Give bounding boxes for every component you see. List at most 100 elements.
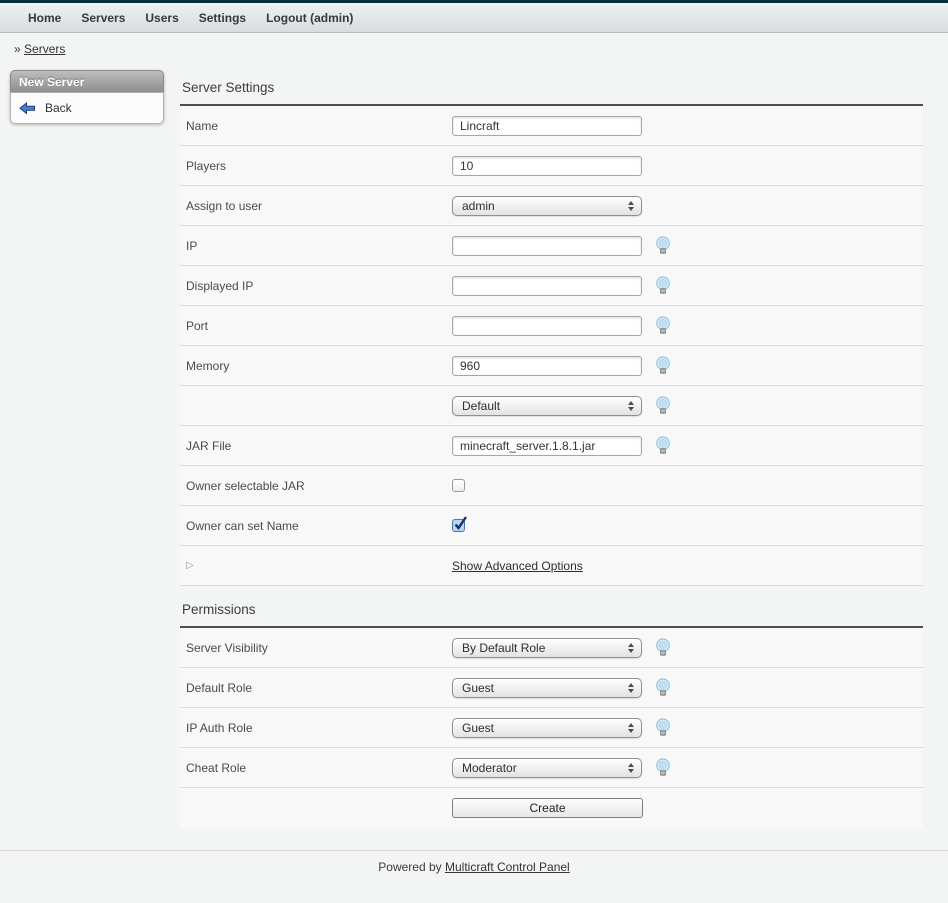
breadcrumb-servers-link[interactable]: Servers <box>24 42 65 56</box>
footer: Powered by Multicraft Control Panel <box>0 850 948 874</box>
select-stepper-icon <box>628 201 634 211</box>
port-input[interactable] <box>452 316 642 336</box>
disclosure-triangle-icon: ▷ <box>180 560 452 571</box>
displayed-ip-control <box>452 276 671 296</box>
owner-selectable-jar-checkbox[interactable] <box>452 479 465 492</box>
stepper-down-arrow <box>628 649 634 653</box>
players-label: Players <box>180 159 452 173</box>
nav-item-settings[interactable]: Settings <box>189 3 256 33</box>
server-visibility-select-value: By Default Role <box>462 641 545 655</box>
create-button[interactable]: Create <box>452 798 643 818</box>
stepper-up-arrow <box>628 683 634 687</box>
server-visibility-select[interactable]: By Default Role <box>452 638 642 658</box>
ip-auth-role-select[interactable]: Guest <box>452 718 642 738</box>
ip-auth-role-control: Guest <box>452 718 671 738</box>
displayed-ip-input[interactable] <box>452 276 642 296</box>
memory-preset-control: Default <box>452 396 671 416</box>
section-title-permissions: Permissions <box>180 586 923 626</box>
hint-bulb-icon[interactable] <box>655 396 671 415</box>
back-button[interactable]: Back <box>11 97 163 119</box>
hint-bulb-icon[interactable] <box>655 276 671 295</box>
players-control <box>452 156 642 176</box>
page-content: New Server Back Server Settings Name Playe… <box>0 62 948 828</box>
hint-bulb-icon[interactable] <box>655 638 671 657</box>
ip-input[interactable] <box>452 236 642 256</box>
breadcrumb-separator: » <box>14 42 21 56</box>
form-row-ip-auth-role: IP Auth RoleGuest <box>180 708 923 748</box>
form-row-port: Port <box>180 306 923 346</box>
memory-input[interactable] <box>452 356 642 376</box>
default-role-control: Guest <box>452 678 671 698</box>
select-stepper-icon <box>628 683 634 693</box>
memory-preset-select-value: Default <box>462 399 500 413</box>
form-row-owner-selectable-jar: Owner selectable JAR <box>180 466 923 506</box>
server-visibility-control: By Default Role <box>452 638 671 658</box>
port-control <box>452 316 671 336</box>
top-navigation: HomeServersUsersSettingsLogout (admin) <box>0 3 948 33</box>
stepper-up-arrow <box>628 401 634 405</box>
sidebar-panel: New Server Back <box>10 70 164 124</box>
nav-item-servers[interactable]: Servers <box>71 3 135 33</box>
stepper-up-arrow <box>628 201 634 205</box>
hint-bulb-icon[interactable] <box>655 678 671 697</box>
cheat-role-select[interactable]: Moderator <box>452 758 642 778</box>
displayed-ip-label: Displayed IP <box>180 279 452 293</box>
section-title-server-settings: Server Settings <box>180 62 923 104</box>
show-advanced-options-link[interactable]: Show Advanced Options <box>452 559 583 573</box>
checkmark-icon <box>454 515 468 530</box>
select-stepper-icon <box>628 723 634 733</box>
select-stepper-icon <box>628 763 634 773</box>
form-row-players: Players <box>180 146 923 186</box>
stepper-down-arrow <box>628 207 634 211</box>
multicraft-link[interactable]: Multicraft Control Panel <box>445 860 570 874</box>
create-control: Create <box>452 798 643 818</box>
memory-control <box>452 356 671 376</box>
back-arrow-icon <box>19 102 36 115</box>
form-row-create: Create <box>180 788 923 828</box>
nav-item-home[interactable]: Home <box>18 3 71 33</box>
form-row-displayed-ip: Displayed IP <box>180 266 923 306</box>
players-input[interactable] <box>452 156 642 176</box>
stepper-down-arrow <box>628 729 634 733</box>
name-label: Name <box>180 119 452 133</box>
jar-file-input[interactable] <box>452 436 642 456</box>
assign-to-user-select[interactable]: admin <box>452 196 642 216</box>
stepper-down-arrow <box>628 689 634 693</box>
jar-file-label: JAR File <box>180 439 452 453</box>
form-row-memory-preset: Default <box>180 386 923 426</box>
assign-to-user-select-value: admin <box>462 199 495 213</box>
ip-label: IP <box>180 239 452 253</box>
stepper-down-arrow <box>628 407 634 411</box>
owner-can-set-name-label: Owner can set Name <box>180 519 452 533</box>
memory-preset-select[interactable]: Default <box>452 396 642 416</box>
nav-item-users[interactable]: Users <box>135 3 188 33</box>
name-control <box>452 116 642 136</box>
hint-bulb-icon[interactable] <box>655 758 671 777</box>
cheat-role-label: Cheat Role <box>180 761 452 775</box>
name-input[interactable] <box>452 116 642 136</box>
cheat-role-control: Moderator <box>452 758 671 778</box>
hint-bulb-icon[interactable] <box>655 316 671 335</box>
jar-file-control <box>452 436 671 456</box>
form-row-assign-to-user: Assign to useradmin <box>180 186 923 226</box>
hint-bulb-icon[interactable] <box>655 356 671 375</box>
form-row-jar-file: JAR File <box>180 426 923 466</box>
owner-can-set-name-checkbox[interactable] <box>452 519 465 532</box>
nav-item-logout[interactable]: Logout (admin) <box>256 3 363 33</box>
sidebar: New Server Back <box>0 62 180 124</box>
form-row-advanced-options: ▷Show Advanced Options <box>180 546 923 586</box>
sidebar-panel-body: Back <box>10 92 164 124</box>
server-visibility-label: Server Visibility <box>180 641 452 655</box>
default-role-select-value: Guest <box>462 681 494 695</box>
cheat-role-select-value: Moderator <box>462 761 517 775</box>
hint-bulb-icon[interactable] <box>655 436 671 455</box>
hint-bulb-icon[interactable] <box>655 236 671 255</box>
hint-bulb-icon[interactable] <box>655 718 671 737</box>
default-role-select[interactable]: Guest <box>452 678 642 698</box>
form-row-owner-can-set-name: Owner can set Name <box>180 506 923 546</box>
select-stepper-icon <box>628 643 634 653</box>
breadcrumb: » Servers <box>0 33 948 62</box>
sidebar-panel-title: New Server <box>10 70 164 92</box>
advanced-options-control: Show Advanced Options <box>452 559 583 573</box>
form-row-default-role: Default RoleGuest <box>180 668 923 708</box>
